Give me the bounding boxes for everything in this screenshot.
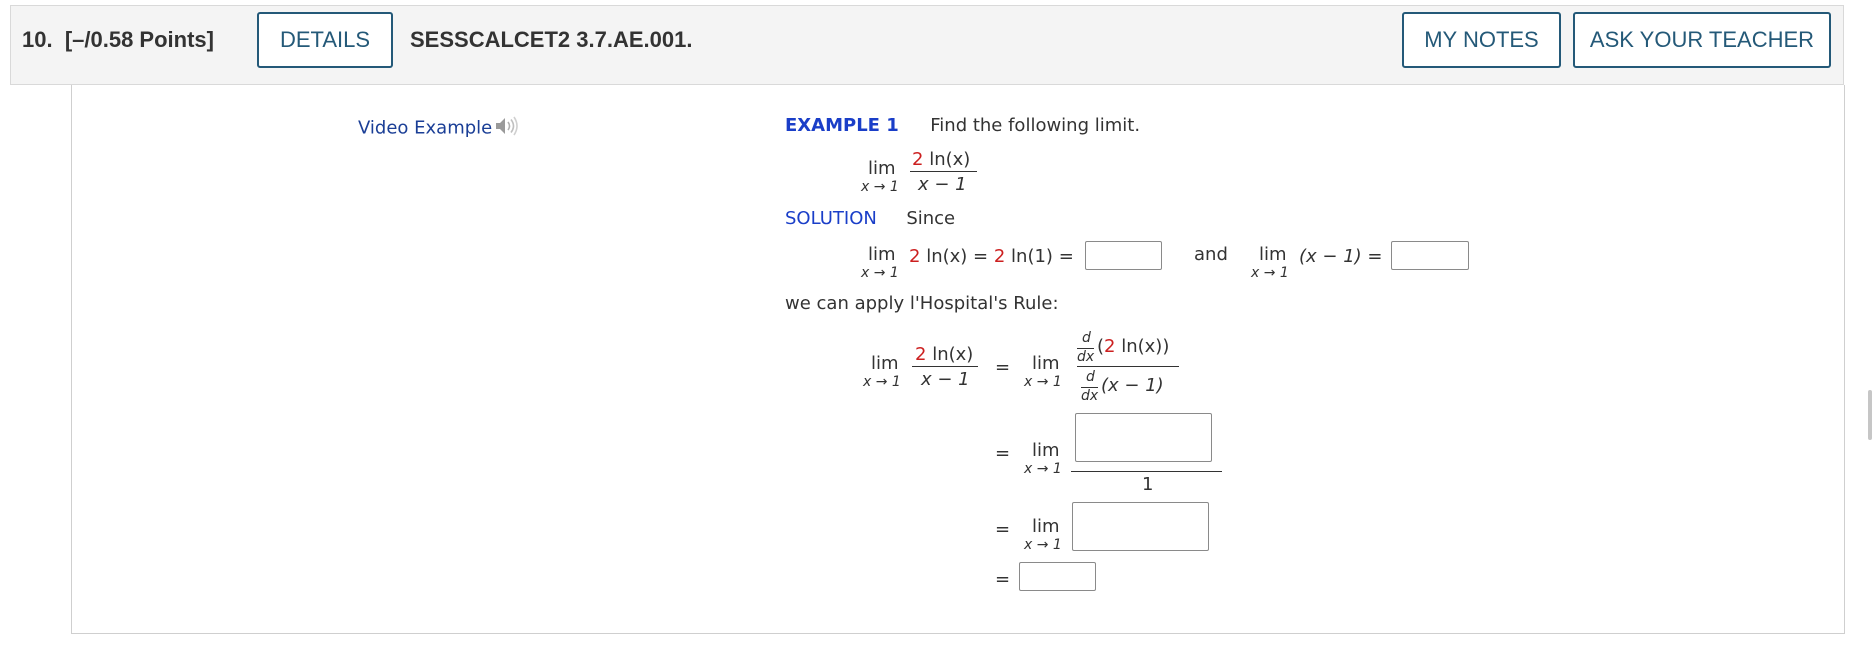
numerator-limit-expression: 2 ln(x) = 2 ln(1) = (909, 246, 1074, 267)
ask-your-teacher-button[interactable]: ASK YOUR TEACHER (1573, 12, 1831, 68)
equals-sign: = (995, 357, 1011, 378)
scrollbar-thumb[interactable] (1868, 390, 1872, 440)
video-example-link[interactable]: Video Example (358, 115, 520, 142)
lim-label: lim (871, 353, 899, 374)
equals-sign: = (995, 443, 1011, 464)
lim-subscript: x → 1 (861, 265, 899, 281)
apply-rule-text: we can apply l'Hospital's Rule: (785, 293, 1059, 314)
solution-label: SOLUTION (785, 208, 877, 229)
fraction-denominator-one: 1 (1142, 474, 1154, 495)
derivative-d: d (1082, 330, 1091, 346)
fraction-numerator: 2 ln(x) (912, 149, 971, 170)
my-notes-button[interactable]: MY NOTES (1402, 12, 1561, 68)
video-example-label[interactable]: Video Example (358, 118, 492, 139)
derivative-d: d (1086, 369, 1095, 385)
lim-subscript: x → 1 (861, 179, 899, 195)
fraction-bar (1071, 471, 1222, 472)
fraction-bar (910, 171, 977, 172)
equals-sign: = (995, 569, 1011, 590)
question-number: 10. [–/0.58 Points] (22, 27, 214, 52)
derivative-dx: dx (1077, 349, 1095, 365)
answer-box-simplified-expression[interactable] (1072, 502, 1209, 551)
lim-label: lim (868, 244, 896, 265)
derivative-denominator-expression: (x − 1) (1101, 375, 1164, 396)
fraction-bar (1077, 366, 1179, 367)
lim-subscript: x → 1 (1251, 265, 1289, 281)
lim-label: lim (1032, 440, 1060, 461)
example-title: EXAMPLE 1 (785, 115, 899, 136)
lim-label: lim (1032, 516, 1060, 537)
lim-subscript: x → 1 (1024, 374, 1062, 390)
answer-box-derivative-numerator[interactable] (1075, 413, 1212, 462)
question-code: SESSCALCET2 3.7.AE.001. (410, 27, 693, 52)
fraction-bar (912, 366, 978, 367)
derivative-numerator-expression: (2 ln(x)) (1097, 336, 1170, 357)
example-heading: EXAMPLE 1 Find the following limit. (785, 115, 1140, 136)
since-text: Since (906, 208, 956, 229)
answer-box-numerator-limit[interactable] (1085, 241, 1162, 270)
lim-label: lim (1259, 244, 1287, 265)
answer-box-final-value[interactable] (1019, 562, 1096, 591)
and-text: and (1194, 244, 1228, 265)
fraction-numerator: 2 ln(x) (915, 344, 974, 365)
points-label: [–/0.58 Points] (64, 27, 214, 52)
lim-subscript: x → 1 (863, 374, 901, 390)
speaker-icon[interactable] (494, 115, 520, 142)
lim-label: lim (868, 158, 896, 179)
example-prompt: Find the following limit. (930, 115, 1141, 136)
lim-subscript: x → 1 (1024, 461, 1062, 477)
denominator-limit-expression: (x − 1) = (1299, 246, 1383, 267)
answer-box-denominator-limit[interactable] (1391, 241, 1469, 270)
equals-sign: = (995, 519, 1011, 540)
lim-subscript: x → 1 (1024, 537, 1062, 553)
lim-label: lim (1032, 353, 1060, 374)
details-button[interactable]: DETAILS (257, 12, 393, 68)
fraction-denominator: x − 1 (918, 174, 967, 195)
fraction-denominator: x − 1 (921, 369, 970, 390)
derivative-dx: dx (1081, 388, 1099, 404)
solution-line: SOLUTION Since (785, 208, 955, 229)
